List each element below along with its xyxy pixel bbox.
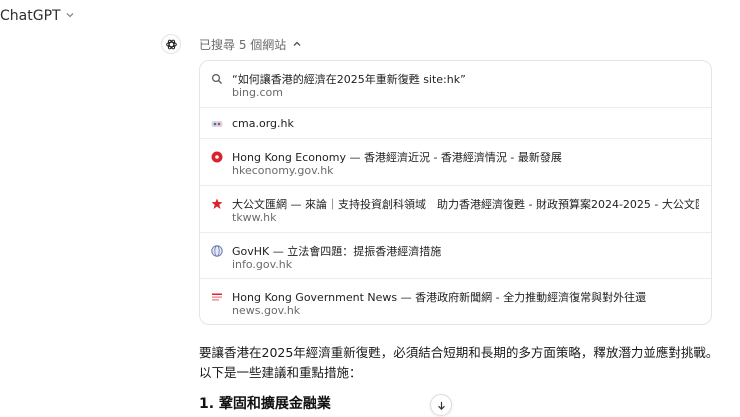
model-selector[interactable]: ChatGPT	[0, 8, 75, 24]
sources-toggle-label: 已搜尋 5 個網站	[199, 38, 287, 52]
source-item[interactable]: 大公文匯網 — 來論｜支持投資創科領域 助力香港經濟復甦 - 財政預算案2024…	[200, 186, 711, 233]
news-icon	[211, 291, 223, 303]
source-domain: hkeconomy.gov.hk	[232, 164, 334, 177]
source-title: Hong Kong Government News — 香港政府新聞網 - 全力…	[232, 291, 647, 304]
source-domain: info.gov.hk	[232, 258, 293, 271]
chevron-down-icon	[65, 8, 75, 24]
chat-page: ChatGPT 已搜尋 5 個網站 “如何讓香港的經濟在2025年重新復甦 si…	[0, 0, 740, 417]
cma-favicon-icon	[211, 118, 223, 130]
source-domain: bing.com	[232, 86, 283, 99]
source-item[interactable]: cma.org.hk	[200, 108, 711, 139]
source-domain: news.gov.hk	[232, 304, 301, 317]
sources-list: “如何讓香港的經濟在2025年重新復甦 site:hk” bing.com cm…	[199, 60, 712, 325]
scroll-down-button[interactable]	[430, 394, 452, 416]
sources-toggle[interactable]: 已搜尋 5 個網站	[199, 36, 302, 53]
source-item[interactable]: GovHK — 立法會四題：提振香港經濟措施 info.gov.hk	[200, 233, 711, 279]
source-domain: tkww.hk	[232, 211, 277, 224]
chevron-up-icon	[292, 38, 302, 52]
source-title: GovHK — 立法會四題：提振香港經濟措施	[232, 245, 442, 258]
search-icon	[211, 73, 223, 85]
answer-paragraph: 要讓香港在2025年經濟重新復甦，必須結合短期和長期的多方面策略，釋放潛力並應對…	[199, 345, 719, 380]
source-title: 大公文匯網 — 來論｜支持投資創科領域 助力香港經濟復甦 - 財政預算案2024…	[232, 198, 699, 211]
takungpao-icon	[211, 198, 223, 210]
source-item[interactable]: Hong Kong Government News — 香港政府新聞網 - 全力…	[200, 279, 711, 324]
arrow-down-icon	[437, 401, 445, 410]
answer-heading: 1. 鞏固和擴展金融業	[199, 396, 331, 412]
source-item[interactable]: “如何讓香港的經濟在2025年重新復甦 site:hk” bing.com	[200, 61, 711, 108]
app-title: ChatGPT	[0, 8, 61, 24]
assistant-avatar	[161, 34, 181, 54]
source-title: “如何讓香港的經濟在2025年重新復甦 site:hk”	[232, 73, 466, 86]
source-title: cma.org.hk	[232, 117, 294, 130]
source-item[interactable]: Hong Kong Economy — 香港經濟近況 - 香港經濟情況 - 最新…	[200, 139, 711, 186]
govhk-globe-icon	[211, 245, 223, 257]
hk-bauhinia-icon	[211, 151, 223, 163]
source-title: Hong Kong Economy — 香港經濟近況 - 香港經濟情況 - 最新…	[232, 151, 562, 164]
openai-logo-icon	[165, 39, 177, 49]
